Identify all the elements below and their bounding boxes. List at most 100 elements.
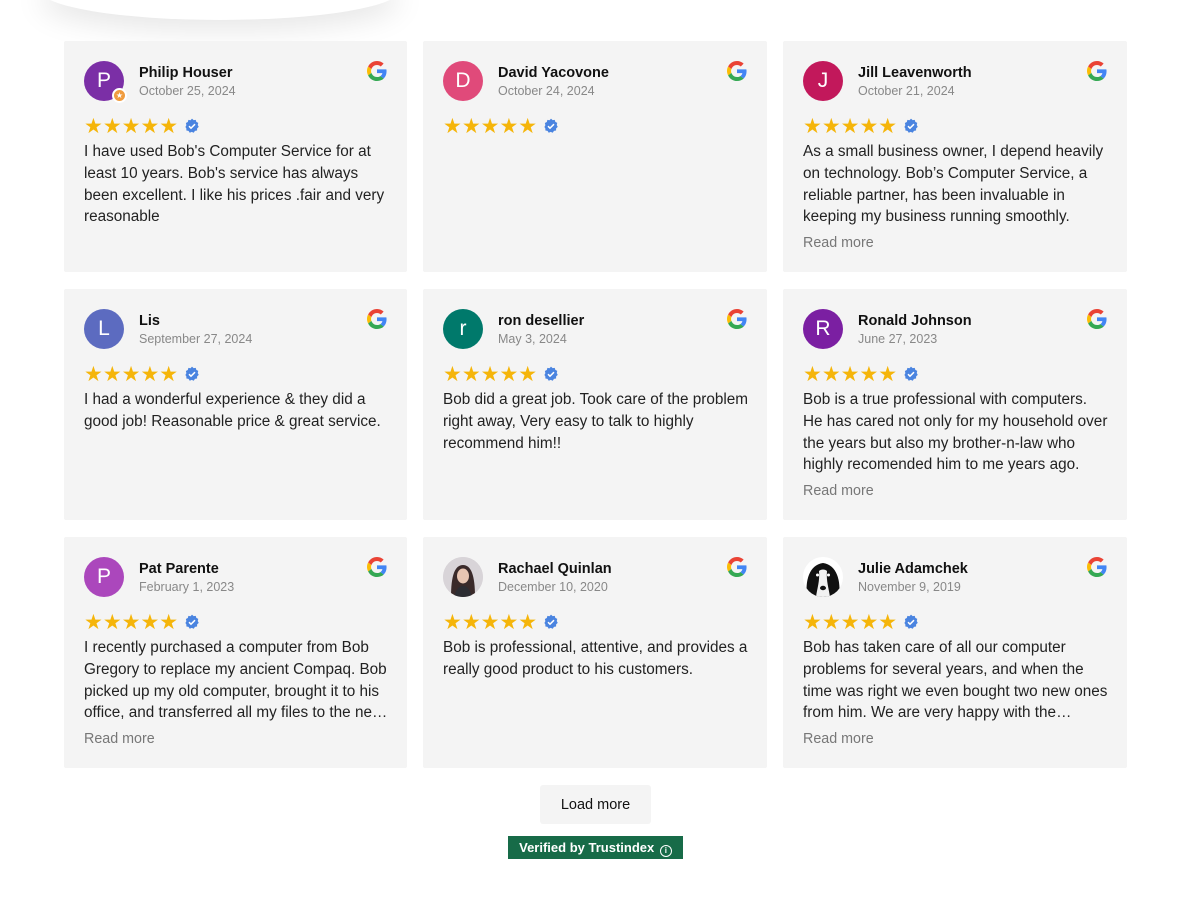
dog-photo-icon <box>803 557 843 597</box>
google-icon <box>727 61 747 81</box>
reviewer-name: David Yacovone <box>498 65 609 81</box>
review-text: I had a wonderful experience & they did … <box>84 391 381 430</box>
review-text: I recently purchased a computer from Bob… <box>84 639 387 722</box>
avatar-initial: J <box>817 69 829 92</box>
avatar-photo <box>443 557 483 597</box>
star-rating: ★★★★★ <box>803 362 898 386</box>
star-rating: ★★★★★ <box>84 610 179 634</box>
star-rating: ★★★★★ <box>84 362 179 386</box>
avatar: P ★ <box>84 61 127 103</box>
avatar-photo <box>803 557 843 597</box>
avatar-initial: P <box>96 69 111 92</box>
review-text: Bob has taken care of all our computer p… <box>803 639 1108 722</box>
review-text: Bob is a true professional with computer… <box>803 391 1108 474</box>
avatar-initial: L <box>98 317 110 340</box>
reviewer-name: Ronald Johnson <box>858 313 972 329</box>
star-rating: ★★★★★ <box>803 610 898 634</box>
review-card: P Pat Parente February 1, 2023 ★★★★★ I r… <box>64 537 407 768</box>
review-header: P Pat Parente February 1, 2023 <box>84 557 387 601</box>
star-rating: ★★★★★ <box>84 114 179 138</box>
read-more-link[interactable]: Read more <box>84 729 155 749</box>
review-card: r ron desellier May 3, 2024 ★★★★★ Bob di… <box>423 289 767 520</box>
reviewer-name: ron desellier <box>498 313 585 329</box>
review-date: September 27, 2024 <box>139 332 253 346</box>
reviewer-name: Lis <box>139 313 160 329</box>
review-date: December 10, 2020 <box>498 580 608 594</box>
review-card: J Jill Leavenworth October 21, 2024 ★★★★… <box>783 41 1127 272</box>
reviewer-name: Julie Adamchek <box>858 561 968 577</box>
review-date: November 9, 2019 <box>858 580 961 594</box>
avatar-initial: P <box>96 565 111 588</box>
rating: ★★★★★ <box>803 114 919 138</box>
local-guide-badge-icon: ★ <box>112 88 127 103</box>
review-card: P ★ Philip Houser October 25, 2024 ★★★★★… <box>64 41 407 272</box>
verified-badge-icon <box>185 614 199 629</box>
avatar-initial: D <box>455 69 471 92</box>
rating: ★★★★★ <box>803 610 919 634</box>
verified-badge-icon <box>185 118 199 133</box>
reviewer-name: Jill Leavenworth <box>858 65 972 81</box>
rating: ★★★★★ <box>443 362 559 386</box>
rating: ★★★★★ <box>443 610 559 634</box>
star-rating: ★★★★★ <box>443 362 538 386</box>
review-text: Bob did a great job. Took care of the pr… <box>443 391 748 452</box>
verified-badge-icon <box>544 614 558 629</box>
user-photo-icon <box>443 557 483 597</box>
avatar: P <box>84 557 124 597</box>
review-header: r ron desellier May 3, 2024 <box>443 309 747 353</box>
google-icon <box>1087 61 1107 81</box>
review-card: Rachael Quinlan December 10, 2020 ★★★★★ … <box>423 537 767 768</box>
reviewer-name: Rachael Quinlan <box>498 561 612 577</box>
star-rating: ★★★★★ <box>443 114 538 138</box>
star-rating: ★★★★★ <box>443 610 538 634</box>
verified-badge-icon <box>904 366 918 381</box>
review-text: I have used Bob's Computer Service for a… <box>84 143 385 226</box>
google-icon <box>727 557 747 577</box>
verified-badge-icon <box>185 366 199 381</box>
read-more-link[interactable]: Read more <box>803 729 874 749</box>
review-date: February 1, 2023 <box>139 580 235 594</box>
review-text: As a small business owner, I depend heav… <box>803 143 1104 226</box>
verified-by-trustindex-badge[interactable]: Verified by Trustindex i <box>508 836 683 859</box>
review-header: D David Yacovone October 24, 2024 <box>443 61 747 105</box>
reviewer-name: Philip Houser <box>139 65 233 81</box>
google-icon <box>367 557 387 577</box>
google-icon <box>367 61 387 81</box>
review-text: Bob is professional, attentive, and prov… <box>443 639 748 678</box>
review-card: R Ronald Johnson June 27, 2023 ★★★★★ Bob… <box>783 289 1127 520</box>
avatar: r <box>443 309 483 349</box>
review-date: June 27, 2023 <box>858 332 938 346</box>
google-icon <box>1087 309 1107 329</box>
review-header: J Jill Leavenworth October 21, 2024 <box>803 61 1107 105</box>
rating: ★★★★★ <box>84 114 200 138</box>
avatar: D <box>443 61 483 101</box>
read-more-link[interactable]: Read more <box>803 233 874 253</box>
verified-badge-icon <box>544 118 558 133</box>
load-more-button[interactable]: Load more <box>540 785 651 824</box>
review-header: Julie Adamchek November 9, 2019 <box>803 557 1107 601</box>
rating: ★★★★★ <box>84 610 200 634</box>
star-rating: ★★★★★ <box>803 114 898 138</box>
rating: ★★★★★ <box>803 362 919 386</box>
review-card: D David Yacovone October 24, 2024 ★★★★★ <box>423 41 767 272</box>
google-icon <box>727 309 747 329</box>
top-decoration-shadow <box>40 0 400 20</box>
read-more-link[interactable]: Read more <box>803 481 874 501</box>
rating: ★★★★★ <box>84 362 200 386</box>
review-date: October 24, 2024 <box>498 84 595 98</box>
avatar: R <box>803 309 843 349</box>
review-header: Rachael Quinlan December 10, 2020 <box>443 557 747 601</box>
verified-by-label: Verified by Trustindex <box>519 840 655 855</box>
reviewer-name: Pat Parente <box>139 561 219 577</box>
google-icon <box>1087 557 1107 577</box>
review-date: October 25, 2024 <box>139 84 236 98</box>
info-icon: i <box>659 845 672 857</box>
avatar: J <box>803 61 843 101</box>
review-date: October 21, 2024 <box>858 84 955 98</box>
avatar-initial: r <box>459 317 467 340</box>
avatar-initial: R <box>815 317 831 340</box>
reviews-grid: P ★ Philip Houser October 25, 2024 ★★★★★… <box>64 41 1127 768</box>
verified-badge-icon <box>904 614 918 629</box>
verified-badge-icon <box>904 118 918 133</box>
review-card: Julie Adamchek November 9, 2019 ★★★★★ Bo… <box>783 537 1127 768</box>
